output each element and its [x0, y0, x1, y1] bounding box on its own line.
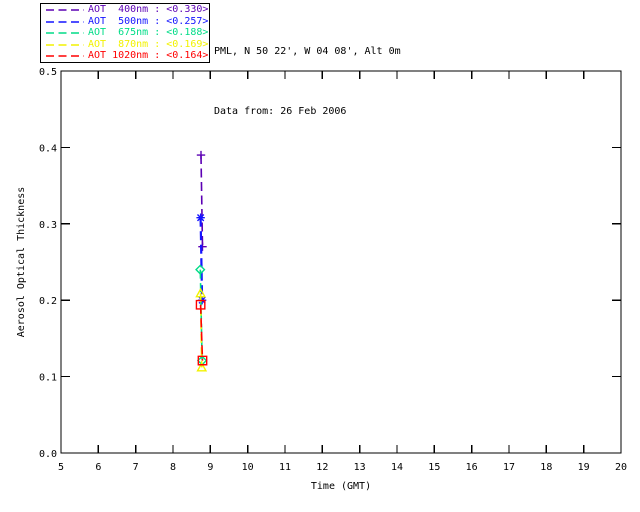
y-tick-label: 0.5 — [39, 67, 57, 78]
legend-entry: AOT 500nm : <0.257> — [41, 16, 209, 27]
x-tick-label: 11 — [279, 462, 291, 473]
y-tick-label: 0.0 — [39, 449, 57, 460]
x-tick-label: 15 — [428, 462, 440, 473]
x-tick-label: 16 — [466, 462, 478, 473]
y-tick-label: 0.3 — [39, 220, 57, 231]
x-tick-label: 13 — [354, 462, 366, 473]
x-tick-label: 10 — [242, 462, 254, 473]
x-tick-label: 20 — [615, 462, 627, 473]
legend-entry-label: AOT 1020nm : <0.164> — [88, 50, 209, 61]
asterisk-marker — [196, 213, 205, 222]
legend-entry-label: AOT 675nm : <0.188> — [88, 27, 209, 38]
legend-entry-label: AOT 400nm : <0.330> — [88, 4, 209, 15]
legend-entry: AOT 1020nm : <0.164> — [41, 51, 209, 62]
x-tick-label: 9 — [207, 462, 213, 473]
plus-marker — [198, 242, 207, 251]
x-tick-label: 7 — [133, 462, 139, 473]
x-tick-label: 6 — [95, 462, 101, 473]
y-axis-label: Aerosol Optical Thickness — [16, 187, 27, 338]
dashed-line-icon — [46, 43, 84, 46]
legend-entry: AOT 400nm : <0.330> — [41, 5, 209, 16]
x-tick-label: 14 — [391, 462, 403, 473]
dashed-line-icon — [46, 9, 84, 11]
x-tick-label: 19 — [578, 462, 590, 473]
plot-header: PML, N 50 22', W 04 08', Alt 0m Data fro… — [214, 2, 401, 162]
x-axis-label: Time (GMT) — [311, 481, 371, 492]
data-date: Data from: 26 Feb 2006 — [214, 106, 347, 117]
legend-entry: AOT 675nm : <0.188> — [41, 28, 209, 39]
y-tick-label: 0.1 — [39, 373, 57, 384]
dashed-line-icon — [46, 55, 84, 57]
legend-entry-label: AOT 500nm : <0.257> — [88, 15, 209, 27]
x-tick-label: 8 — [170, 462, 176, 473]
legend-entry-label: AOT 870nm : <0.169> — [88, 38, 209, 50]
aot-plot-window: 5 6 7 8 9 10 11 12 13 14 15 16 17 18 19 20 Time (GMT) 0.0… — [0, 0, 640, 512]
legend-box: AOT 400nm : <0.330> AOT 500nm : <0.257> AO… — [40, 3, 210, 63]
dashed-line-icon — [46, 20, 84, 23]
plus-marker — [196, 150, 206, 160]
dashed-line-icon — [46, 32, 84, 34]
y-tick-label: 0.4 — [39, 143, 57, 154]
x-tick-label: 12 — [316, 462, 328, 473]
legend-entry: AOT 870nm : <0.169> — [41, 39, 209, 50]
station-info: PML, N 50 22', W 04 08', Alt 0m — [214, 46, 401, 57]
x-tick-label: 5 — [58, 462, 64, 473]
y-tick-label: 0.2 — [39, 296, 57, 307]
x-tick-label: 17 — [503, 462, 515, 473]
x-tick-label: 18 — [540, 462, 552, 473]
